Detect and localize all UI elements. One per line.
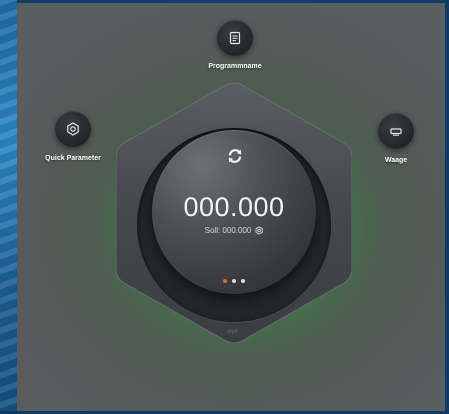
target-gear-icon[interactable] xyxy=(254,226,263,235)
page-indicator xyxy=(223,279,245,283)
page-dot[interactable] xyxy=(241,279,245,283)
page-dot-active[interactable] xyxy=(223,279,227,283)
quick-parameter-label: Quick Parameter xyxy=(45,155,101,162)
program-name-button[interactable] xyxy=(217,20,253,56)
document-icon xyxy=(229,31,241,45)
quick-parameter-button[interactable] xyxy=(55,111,91,147)
scale-button[interactable] xyxy=(378,113,414,149)
page-dot[interactable] xyxy=(232,279,236,283)
refresh-icon[interactable] xyxy=(226,147,244,165)
target-value: Soll: 000.000 xyxy=(204,226,252,235)
weight-value: 000.000 xyxy=(183,192,285,222)
right-edge xyxy=(445,0,449,414)
brand-mark: digit xyxy=(227,329,238,335)
scale-icon xyxy=(390,128,402,136)
gear-icon xyxy=(67,122,79,136)
scale-label: Waage xyxy=(384,157,408,164)
left-edge-decoration xyxy=(0,0,17,414)
target-row: Soll: 000.000 xyxy=(205,226,264,235)
program-name-label: Programmname xyxy=(208,63,262,70)
